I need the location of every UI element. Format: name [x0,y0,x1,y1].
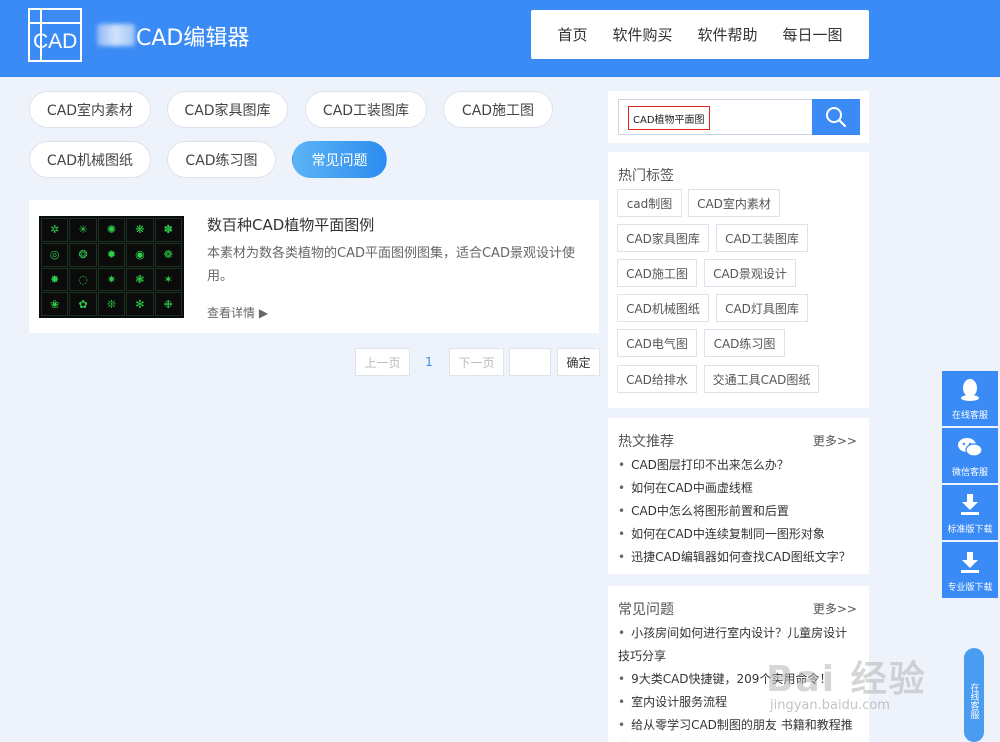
site-header: CAD CAD编辑器 首页 软件购买 软件帮助 每日一图 [0,0,1000,77]
pagination-page-input[interactable] [509,348,551,376]
list-item[interactable]: 给从零学习CAD制图的朋友 书籍和教程推荐 [618,714,859,742]
site-name[interactable]: CAD编辑器 [136,20,249,52]
float-standard-download-button[interactable]: 标准版下载 [942,485,998,540]
float-chat-tab[interactable]: 在线客服 [964,648,984,742]
nav-daily-drawing[interactable]: 每日一图 [782,24,842,45]
category-pill-practice[interactable]: CAD练习图 [167,141,276,178]
hot-articles-panel: 热文推荐 更多>> CAD图层打印不出来怎么办？ 如何在CAD中画虚线框 CAD… [608,418,869,574]
tag-vehicles[interactable]: 交通工具CAD图纸 [704,365,819,393]
float-online-service-button[interactable]: 在线客服 [942,371,998,426]
tag-practice[interactable]: CAD练习图 [704,329,785,357]
faq-more-link[interactable]: 更多>> [813,600,857,617]
float-standard-download-label: 标准版下载 [947,525,993,535]
tag-cad-drawing[interactable]: cad制图 [617,189,682,217]
baidu-watermark: Bai 经验 [766,659,927,700]
pagination-page-1[interactable]: 1 [414,348,444,376]
article-description: 本素材为数各类植物的CAD平面图例图集，适合CAD景观设计使用。 [207,246,575,284]
list-item[interactable]: 迅捷CAD编辑器如何查找CAD图纸文字？ [618,546,859,569]
faq-title: 常见问题 [618,602,674,618]
list-item[interactable]: CAD图层打印不出来怎么办？ [618,454,859,477]
download-icon [956,490,984,518]
logo-crosshair-h [28,22,82,24]
list-item[interactable]: 如何在CAD中连续复制同一图形对象 [618,523,859,546]
nav-purchase[interactable]: 软件购买 [612,24,672,45]
hot-articles-more-link[interactable]: 更多>> [813,432,857,449]
pagination-next[interactable]: 下一页 [449,348,504,376]
category-pill-furniture[interactable]: CAD家具图库 [167,91,288,128]
hot-tags-panel: 热门标签 cad制图 CAD室内素材 CAD家具图库 CAD工装图库 CAD施工… [608,152,869,408]
tag-lighting[interactable]: CAD灯具图库 [716,294,808,322]
tag-mechanical[interactable]: CAD机械图纸 [617,294,709,322]
download-icon [956,548,984,576]
category-pill-mechanical[interactable]: CAD机械图纸 [29,141,151,178]
qq-icon [956,376,984,404]
baidu-watermark-url: jingyan.baidu.com [770,698,890,713]
pagination-prev[interactable]: 上一页 [355,348,410,376]
hot-articles-list: CAD图层打印不出来怎么办？ 如何在CAD中画虚线框 CAD中怎么将图形前置和后… [618,454,859,569]
site-logo[interactable]: CAD [28,8,82,62]
tag-landscape[interactable]: CAD景观设计 [704,259,796,287]
pagination-confirm-button[interactable]: 确定 [557,348,600,376]
nav-help[interactable]: 软件帮助 [697,24,757,45]
main-nav: 首页 软件购买 软件帮助 每日一图 [531,10,869,59]
hot-tags-title: 热门标签 [618,168,674,184]
category-pill-tooling[interactable]: CAD工装图库 [305,91,427,128]
tag-tooling[interactable]: CAD工装图库 [716,224,808,252]
tag-electrical[interactable]: CAD电气图 [617,329,697,357]
float-wechat-service-button[interactable]: 微信客服 [942,428,998,483]
hot-articles-title: 热文推荐 [618,434,674,450]
float-wechat-service-label: 微信客服 [951,468,988,478]
search-panel: CAD植物平面图 [608,91,869,143]
wechat-icon [956,433,984,461]
float-chat-label: 在线客服 [968,683,979,719]
category-pill-interior[interactable]: CAD室内素材 [29,91,151,128]
tag-construction[interactable]: CAD施工图 [617,259,697,287]
list-item[interactable]: 如何在CAD中画虚线框 [618,477,859,500]
category-pill-faq[interactable]: 常见问题 [292,141,387,178]
search-input[interactable]: CAD植物平面图 [618,99,813,135]
tag-furniture[interactable]: CAD家具图库 [617,224,709,252]
blurred-brand-text [97,24,135,46]
list-item[interactable]: CAD中怎么将图形前置和后置 [618,500,859,523]
float-pro-download-button[interactable]: 专业版下载 [942,542,998,598]
tag-plumbing[interactable]: CAD给排水 [617,365,697,393]
float-online-service-label: 在线客服 [951,411,988,421]
search-input-value: CAD植物平面图 [628,106,710,130]
category-pill-construction[interactable]: CAD施工图 [443,91,553,128]
float-pro-download-label: 专业版下载 [947,582,993,593]
article-card: ✲ ✳ ✺ ❋ ✽ ◎ ❂ ✹ ◉ ❁ ✸ ◌ ✷ ❃ ✶ ❀ ✿ ❊ ✻ ❉ 数百种CAD植物平面图例 本素材… [29,200,599,333]
logo-text: CAD [33,30,78,53]
article-thumbnail[interactable]: ✲ ✳ ✺ ❋ ✽ ◎ ❂ ✹ ◉ ❁ ✸ ◌ ✷ ❃ ✶ ❀ ✿ ❊ ✻ ❉ [39,216,184,318]
search-icon [826,107,847,128]
nav-home[interactable]: 首页 [557,24,587,45]
article-title[interactable]: 数百种CAD植物平面图例 [207,214,374,235]
tag-interior[interactable]: CAD室内素材 [688,189,780,217]
article-more-link[interactable]: 查看详情 ▶ [207,304,268,321]
search-button[interactable] [812,99,860,135]
